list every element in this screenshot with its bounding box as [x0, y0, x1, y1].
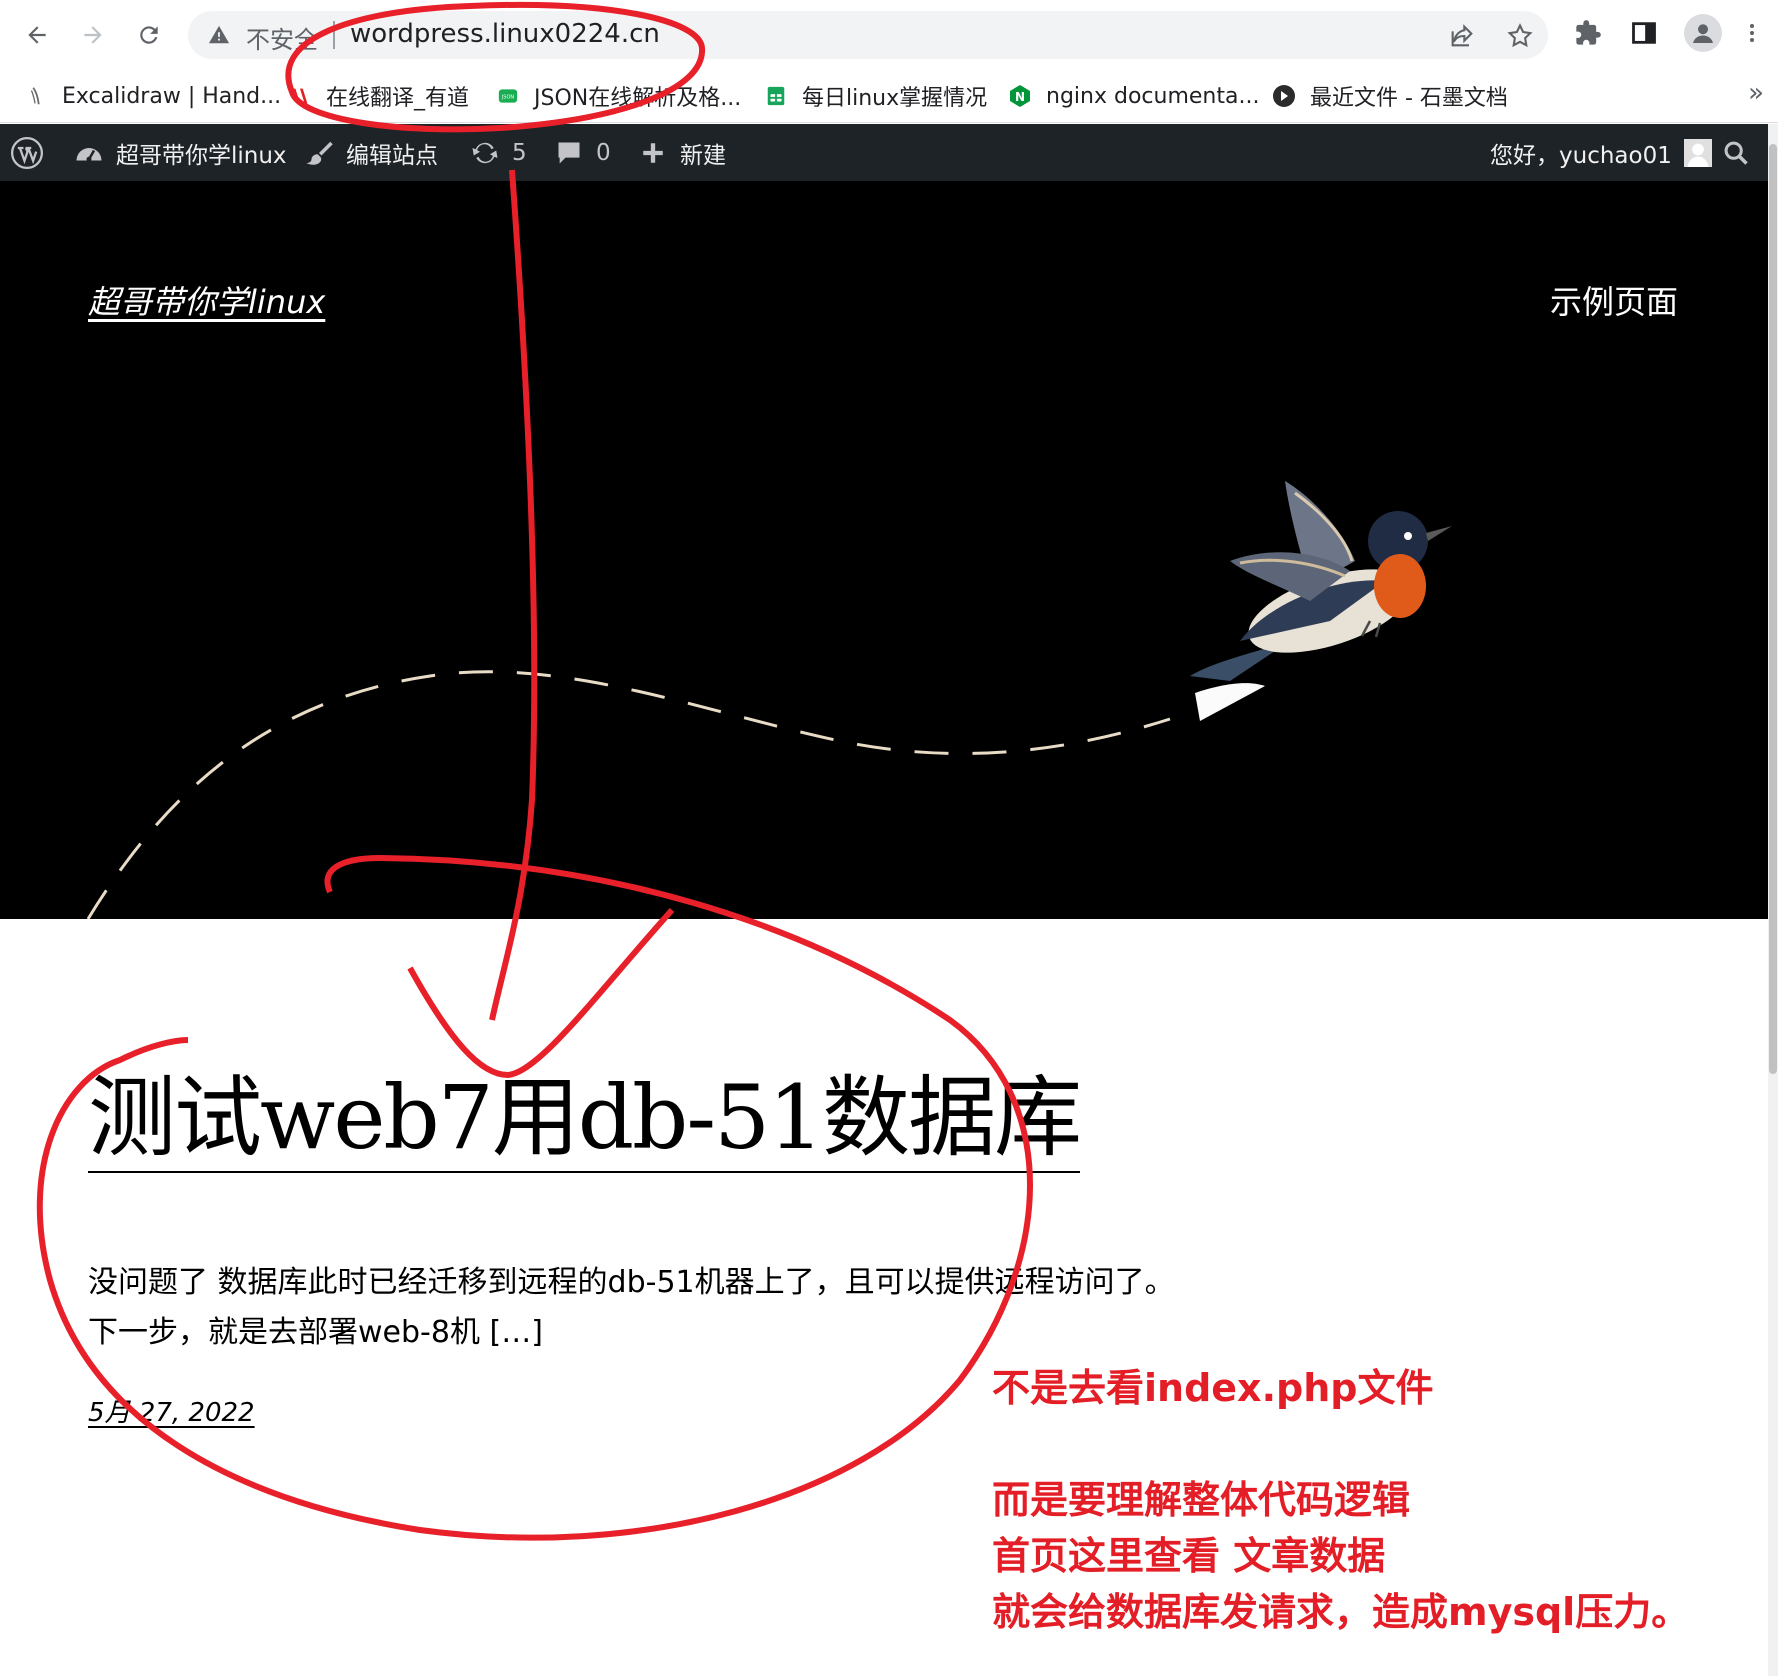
forward-button[interactable]: [72, 14, 114, 56]
post-date-link[interactable]: 5月 27, 2022: [88, 1392, 255, 1429]
bookmark-label: nginx documenta...: [1046, 83, 1260, 109]
menu-icon: [1750, 24, 1754, 42]
annotation-line: 而是要理解整体代码逻辑: [992, 1478, 1411, 1522]
sheet-icon: [764, 84, 788, 108]
new-label: 新建: [680, 142, 726, 169]
svg-text:JSON: JSON: [501, 95, 515, 101]
extensions-button[interactable]: [1572, 17, 1604, 49]
side-panel-button[interactable]: [1628, 17, 1660, 49]
profile-button[interactable]: [1684, 14, 1722, 52]
plus-icon: [636, 136, 670, 170]
bookmark-sheet[interactable]: 每日linux掌握情况: [764, 80, 987, 112]
excalidraw-icon: [24, 84, 48, 108]
page-scrollbar[interactable]: [1768, 124, 1778, 1676]
json-icon: JSON: [496, 84, 520, 108]
red-annotation-note: 不是去看index.php文件 而是要理解整体代码逻辑 首页这里查看 文章数据 …: [992, 1360, 1689, 1640]
bookmark-label: Excalidraw | Hand...: [62, 83, 282, 109]
extensions-icon: [1576, 20, 1601, 45]
admin-site-name: 超哥带你学linux: [116, 142, 287, 169]
edit-site-menu[interactable]: 编辑站点: [302, 124, 438, 181]
greeting-text: 您好，yuchao01: [1490, 142, 1672, 169]
admin-search-button[interactable]: [1722, 124, 1750, 181]
comments-count: 0: [596, 139, 611, 166]
site-title-link[interactable]: 超哥带你学linux: [88, 277, 325, 323]
site-header-hero: 超哥带你学linux 示例页面: [0, 181, 1768, 919]
arrowhead-marker: [407, 907, 675, 1079]
updates-count: 5: [512, 139, 527, 166]
back-icon: [28, 26, 46, 44]
annotation-spacer: [992, 1416, 1689, 1472]
bookmark-label: 每日linux掌握情况: [802, 86, 988, 111]
youdao-icon: [288, 84, 312, 108]
url-text[interactable]: wordpress.linux0224.cn: [350, 19, 660, 49]
site-name-menu[interactable]: 超哥带你学linux: [72, 124, 287, 181]
comment-icon: [552, 136, 586, 170]
profile-icon: [1693, 24, 1713, 43]
address-bar[interactable]: 不安全 wordpress.linux0224.cn: [188, 11, 1548, 59]
star-icon[interactable]: [1506, 22, 1534, 50]
reload-button[interactable]: [128, 14, 170, 56]
side-panel-icon: [1632, 22, 1656, 44]
share-icon[interactable]: [1448, 22, 1476, 50]
bookmarks-bar: Excalidraw | Hand... 在线翻译_有道 JSON JSON在线…: [0, 70, 1778, 123]
wordpress-icon: [10, 136, 44, 170]
dashed-flight-path: [86, 670, 1171, 919]
omnibox-divider: [333, 21, 335, 49]
shimo-icon: [1272, 84, 1296, 108]
updates-menu[interactable]: 5: [468, 124, 527, 181]
bookmark-label: 在线翻译_有道: [326, 86, 470, 111]
search-icon: [1724, 141, 1748, 165]
bird-illustration: [1190, 481, 1452, 721]
forward-icon: [84, 26, 102, 44]
new-content-menu[interactable]: 新建: [636, 124, 726, 181]
post-circle-marker: [36, 854, 1033, 1541]
post-title-link[interactable]: 测试web7用db-51数据库: [88, 1065, 1082, 1173]
annotation-line: 就会给数据库发请求，造成mysql压力。: [992, 1590, 1690, 1634]
bookmark-label: JSON在线解析及格...: [534, 86, 742, 111]
brush-icon: [302, 136, 336, 170]
wp-admin-bar: 超哥带你学linux 编辑站点 5 0 新建 您好，yuchao01: [0, 124, 1768, 181]
wp-logo-menu[interactable]: [10, 124, 54, 181]
edit-site-label: 编辑站点: [346, 142, 438, 169]
security-status-label[interactable]: 不安全: [246, 20, 318, 55]
svg-text:N: N: [1015, 90, 1025, 104]
excerpt-line: 没问题了 数据库此时已经迁移到远程的db-51机器上了，且可以提供远程访问了。: [88, 1265, 1175, 1300]
dashboard-icon: [72, 136, 106, 170]
bookmark-youdao[interactable]: 在线翻译_有道: [288, 80, 469, 112]
annotation-line: 首页这里查看 文章数据: [992, 1534, 1386, 1578]
my-account-menu[interactable]: 您好，yuchao01: [1490, 124, 1712, 181]
avatar-icon: [1687, 143, 1709, 167]
browser-toolbar: 不安全 wordpress.linux0224.cn Excalidraw | …: [0, 0, 1778, 124]
chrome-menu-button[interactable]: [1740, 17, 1764, 49]
comments-menu[interactable]: 0: [552, 124, 611, 181]
nginx-icon: N: [1008, 84, 1032, 108]
post-excerpt: 没问题了 数据库此时已经迁移到远程的db-51机器上了，且可以提供远程访问了。 …: [88, 1258, 1288, 1358]
excerpt-line: 下一步，就是去部署web-8机 […]: [88, 1315, 543, 1350]
warning-icon[interactable]: [208, 24, 230, 46]
scrollbar-thumb[interactable]: [1769, 144, 1777, 1074]
user-avatar: [1683, 138, 1712, 167]
updates-icon: [468, 136, 502, 170]
nav-item-sample-page[interactable]: 示例页面: [1550, 277, 1678, 323]
bookmark-shimo[interactable]: 最近文件 - 石墨文档: [1272, 80, 1508, 112]
bookmark-json[interactable]: JSON JSON在线解析及格...: [496, 80, 741, 112]
back-button[interactable]: [16, 14, 58, 56]
annotation-line: 不是去看index.php文件: [992, 1366, 1434, 1410]
bookmark-label: 最近文件 - 石墨文档: [1310, 86, 1508, 111]
bookmarks-overflow-button[interactable]: »: [1748, 78, 1764, 108]
bookmark-nginx[interactable]: N nginx documenta...: [1008, 80, 1259, 112]
reload-icon: [140, 26, 158, 44]
bookmark-excalidraw[interactable]: Excalidraw | Hand...: [24, 80, 281, 112]
